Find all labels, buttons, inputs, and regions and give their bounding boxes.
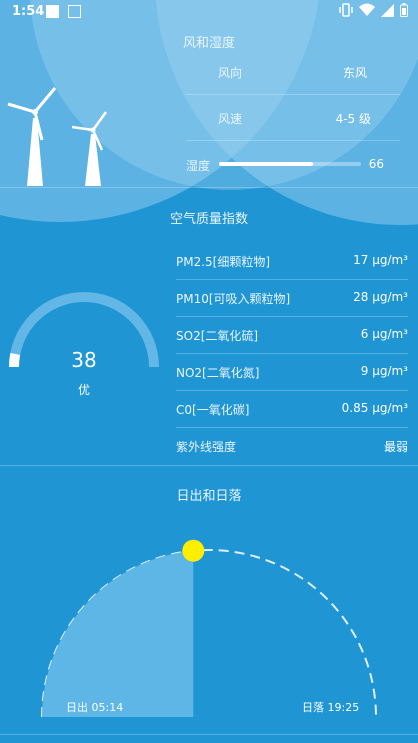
sunset-label: 日落 19:25 (302, 701, 360, 714)
aqi-level: 优 (77, 383, 90, 397)
aqi-row-value: 9 μg/m³ (360, 364, 408, 378)
aqi-row: C0[一氧化碳] 0.85 μg/m³ (176, 391, 408, 428)
notification-icon (46, 5, 59, 18)
wind-speed-label: 风速 (218, 112, 243, 126)
sun-path-chart (41, 539, 377, 718)
daylight-area (41, 550, 194, 717)
wind-direction-value: 东风 (342, 66, 367, 80)
aqi-row-value: 28 μg/m³ (353, 290, 408, 304)
wind-speed-value: 4-5 级 (335, 112, 371, 126)
humidity-bar-fill (219, 162, 313, 166)
sunrise-label: 日出 05:14 (66, 701, 124, 714)
sun-icon (182, 539, 205, 562)
humidity-value: 66 (368, 157, 384, 171)
wind-section-title: 风和湿度 (182, 36, 235, 51)
humidity-label: 湿度 (186, 159, 211, 173)
aqi-row-value: 17 μg/m³ (353, 253, 408, 267)
aqi-gauge-fill (8, 352, 21, 368)
section-divider (0, 465, 418, 466)
status-bar: 1:54 (0, 0, 418, 24)
aqi-row-label: SO2[二氧化硫] (176, 329, 259, 343)
aqi-row: PM2.5[细颗粒物] 17 μg/m³ (176, 243, 408, 280)
sun-section-title: 日出和日落 (176, 489, 242, 504)
status-time: 1:54 (12, 4, 45, 19)
aqi-row-value: 6 μg/m³ (360, 327, 408, 341)
aqi-row-label: C0[一氧化碳] (176, 403, 250, 417)
aqi-row: PM10[可吸入颗粒物] 28 μg/m³ (176, 280, 408, 317)
wind-direction-label: 风向 (218, 66, 243, 80)
section-divider (0, 187, 418, 188)
aqi-section-title: 空气质量指数 (169, 212, 248, 227)
divider (186, 140, 400, 141)
app-notification-icon (68, 5, 81, 18)
aqi-row: NO2[二氧化氮] 9 μg/m³ (176, 354, 408, 391)
aqi-row: 紫外线强度 最弱 (176, 428, 408, 465)
divider (186, 94, 400, 95)
battery-icon (400, 3, 408, 17)
signal-icon (381, 3, 394, 17)
aqi-row-value: 0.85 μg/m³ (341, 401, 408, 415)
aqi-row-label: 紫外线强度 (176, 440, 237, 454)
aqi-value: 38 (71, 348, 97, 372)
section-divider (0, 734, 418, 735)
aqi-row: SO2[二氧化硫] 6 μg/m³ (176, 317, 408, 354)
aqi-row-label: PM10[可吸入颗粒物] (176, 292, 291, 306)
humidity-bar (219, 162, 361, 166)
wifi-icon (359, 3, 375, 16)
aqi-row-value: 最弱 (383, 440, 408, 454)
vibrate-icon (339, 3, 353, 17)
aqi-row-label: PM2.5[细颗粒物] (176, 255, 271, 269)
aqi-row-label: NO2[二氧化氮] (176, 366, 260, 380)
